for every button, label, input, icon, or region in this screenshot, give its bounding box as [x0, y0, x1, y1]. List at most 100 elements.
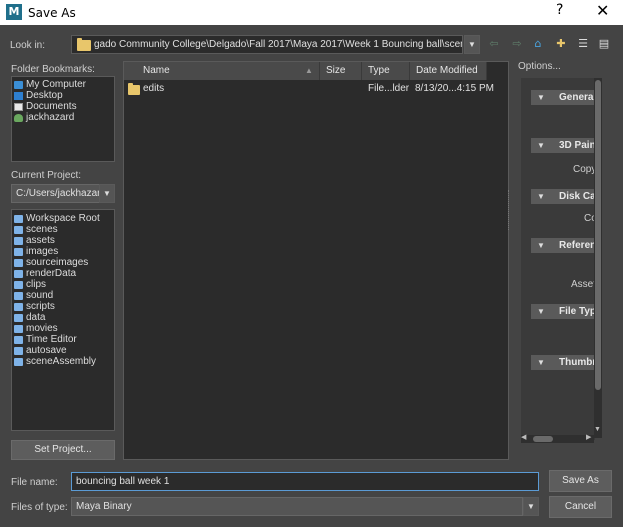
project-folder-label: Time Editor	[26, 334, 77, 345]
column-header-name[interactable]: Name ▲	[124, 62, 320, 80]
folder-icon	[14, 292, 23, 300]
options-section-disk-cache[interactable]: ▼ Disk Ca	[531, 189, 595, 204]
project-folder-label: assets	[26, 235, 55, 246]
current-project-dropdown-arrow[interactable]: ▼	[99, 184, 115, 203]
bookmark-jackhazard[interactable]: jackhazard	[12, 112, 114, 123]
folder-icon	[14, 314, 23, 322]
cancel-button[interactable]: Cancel	[549, 496, 612, 518]
folder-icon	[14, 215, 23, 223]
look-in-label: Look in:	[10, 40, 46, 51]
project-folder-item[interactable]: data	[12, 312, 114, 323]
project-folder-item[interactable]: sceneAssembly	[12, 356, 114, 367]
file-name-cell: edits	[143, 83, 165, 94]
desktop-icon	[14, 92, 23, 100]
collapse-triangle-icon: ▼	[537, 358, 545, 367]
project-folder-label: scenes	[26, 224, 58, 235]
scrollbar-thumb[interactable]	[595, 80, 601, 390]
project-folder-item[interactable]: scenes	[12, 224, 114, 235]
column-label: Name	[143, 65, 170, 76]
section-title: Referen	[559, 240, 595, 251]
project-folder-item[interactable]: movies	[12, 323, 114, 334]
project-folder-item[interactable]: assets	[12, 235, 114, 246]
new-folder-icon[interactable]: ✚	[554, 37, 568, 51]
current-project-combo[interactable]: C:/Users/jackhazard	[11, 184, 100, 203]
options-vertical-scrollbar[interactable]	[594, 78, 602, 438]
help-button[interactable]: ?	[556, 2, 563, 18]
files-of-type-dropdown-arrow[interactable]: ▼	[523, 497, 539, 516]
list-view-icon[interactable]: ☰	[576, 37, 590, 51]
folder-icon	[14, 336, 23, 344]
save-as-button[interactable]: Save As	[549, 470, 612, 492]
bookmark-label: My Computer	[26, 79, 87, 90]
project-folder-label: sound	[26, 290, 54, 301]
project-folder-item[interactable]: renderData	[12, 268, 114, 279]
file-row[interactable]: edits File...lder 8/13/20...4:15 PM	[124, 82, 504, 96]
maya-app-icon: M	[6, 4, 22, 20]
folder-icon	[14, 237, 23, 245]
folder-icon	[14, 248, 23, 256]
project-folder-item[interactable]: sourceimages	[12, 257, 114, 268]
project-folder-label: data	[26, 312, 46, 323]
folder-icon	[14, 226, 23, 234]
project-folder-label: images	[26, 246, 59, 257]
project-folder-item[interactable]: Workspace Root	[12, 213, 114, 224]
section-title: Disk Ca	[559, 191, 595, 202]
back-arrow-icon[interactable]: ⇦	[487, 37, 501, 51]
options-section-file-type[interactable]: ▼ File Typ	[531, 304, 595, 319]
user-icon	[14, 114, 23, 122]
folder-icon	[77, 38, 91, 51]
bookmark-desktop[interactable]: Desktop	[12, 90, 114, 101]
section-title: File Typ	[559, 306, 595, 317]
close-button[interactable]: ✕	[596, 1, 609, 20]
bookmark-label: Desktop	[26, 90, 63, 101]
collapse-triangle-icon: ▼	[537, 307, 545, 316]
bookmarks-list: My Computer Desktop Documents jackhazard	[11, 76, 115, 162]
scroll-right-arrow-icon[interactable]: ▶	[586, 433, 591, 441]
project-folder-item[interactable]: scripts	[12, 301, 114, 312]
splitter-handle[interactable]	[508, 190, 510, 230]
options-section-3d-paint[interactable]: ▼ 3D Pain	[531, 138, 595, 153]
look-in-path: gado Community College\Delgado\Fall 2017…	[94, 39, 463, 50]
options-section-general[interactable]: ▼ General	[531, 90, 595, 105]
column-header-type[interactable]: Type	[362, 62, 410, 80]
scroll-down-arrow-icon[interactable]: ▼	[594, 426, 601, 433]
detail-view-icon[interactable]: ▤	[597, 37, 611, 51]
collapse-triangle-icon: ▼	[537, 93, 545, 102]
scroll-left-arrow-icon[interactable]: ◀	[521, 433, 526, 441]
project-folder-item[interactable]: images	[12, 246, 114, 257]
set-project-button[interactable]: Set Project...	[11, 440, 115, 460]
folder-icon	[14, 259, 23, 267]
forward-arrow-icon[interactable]: ⇨	[510, 37, 524, 51]
project-folder-item[interactable]: clips	[12, 279, 114, 290]
project-folder-item[interactable]: Time Editor	[12, 334, 114, 345]
options-section-referencing[interactable]: ▼ Referen	[531, 238, 595, 253]
section-title: Thumbn	[559, 357, 595, 368]
options-section-thumbnail[interactable]: ▼ Thumbn	[531, 355, 595, 370]
folder-bookmarks-label: Folder Bookmarks:	[11, 64, 95, 75]
look-in-combo[interactable]: gado Community College\Delgado\Fall 2017…	[71, 35, 463, 54]
sort-ascending-icon: ▲	[305, 66, 313, 75]
collapse-triangle-icon: ▼	[537, 192, 545, 201]
scrollbar-thumb[interactable]	[533, 436, 553, 442]
column-header-date[interactable]: Date Modified	[410, 62, 487, 80]
bookmark-my-computer[interactable]: My Computer	[12, 79, 114, 90]
files-of-type-combo[interactable]: Maya Binary	[71, 497, 523, 516]
options-sub-label: Copy	[573, 164, 595, 175]
home-icon[interactable]: ⌂	[531, 37, 545, 51]
project-folder-item[interactable]: autosave	[12, 345, 114, 356]
folder-icon	[128, 83, 140, 95]
bookmark-documents[interactable]: Documents	[12, 101, 114, 112]
project-folder-label: scripts	[26, 301, 55, 312]
options-label: Options...	[518, 61, 561, 72]
title-bar: M Save As ? ✕	[0, 0, 623, 25]
column-header-size[interactable]: Size	[320, 62, 362, 80]
options-horizontal-scrollbar[interactable]	[521, 435, 594, 443]
file-date-cell: 8/13/20...4:15 PM	[415, 83, 494, 94]
collapse-triangle-icon: ▼	[537, 141, 545, 150]
current-project-label: Current Project:	[11, 170, 82, 181]
look-in-dropdown-arrow[interactable]: ▼	[464, 35, 480, 54]
project-folder-label: renderData	[26, 268, 77, 279]
project-folder-item[interactable]: sound	[12, 290, 114, 301]
file-name-input[interactable]: bouncing ball week 1	[71, 472, 539, 491]
documents-icon	[14, 103, 23, 111]
